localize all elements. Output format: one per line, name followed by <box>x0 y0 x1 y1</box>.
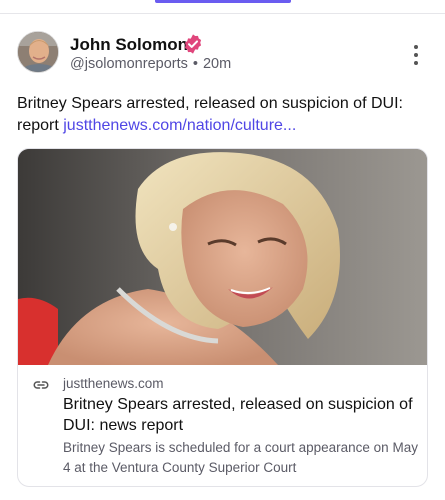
handle-line: @jsolomonreports • 20m <box>70 56 231 72</box>
link-preview-card[interactable]: justthenews.com Britney Spears arrested,… <box>17 148 428 487</box>
verified-badge-icon <box>184 34 202 54</box>
more-options-button[interactable] <box>408 43 424 67</box>
more-vertical-icon-dot <box>414 45 418 49</box>
more-vertical-icon-dot <box>414 61 418 65</box>
avatar-portrait <box>18 32 58 72</box>
card-title[interactable]: Britney Spears arrested, released on sus… <box>63 394 418 436</box>
author-name[interactable]: John Solomon <box>70 35 188 55</box>
card-image[interactable] <box>18 149 427 365</box>
post[interactable]: John Solomon @jsolomonreports • 20m Britne… <box>0 15 445 500</box>
more-vertical-icon-dot <box>414 53 418 57</box>
link-icon <box>33 381 49 389</box>
card-domain: justthenews.com <box>63 376 164 391</box>
active-tab-indicator <box>155 0 291 3</box>
card-photo <box>18 149 427 365</box>
card-body[interactable]: justthenews.com Britney Spears arrested,… <box>18 365 427 486</box>
post-link[interactable]: justthenews.com/nation/culture... <box>63 117 296 134</box>
post-text: Britney Spears arrested, released on sus… <box>17 93 432 137</box>
card-description: Britney Spears is scheduled for a court … <box>63 440 418 475</box>
author-handle[interactable]: @jsolomonreports <box>70 56 188 72</box>
post-time[interactable]: 20m <box>203 56 231 72</box>
top-tab-strip <box>0 0 445 14</box>
avatar[interactable] <box>17 31 59 73</box>
meta-separator: • <box>192 56 198 72</box>
